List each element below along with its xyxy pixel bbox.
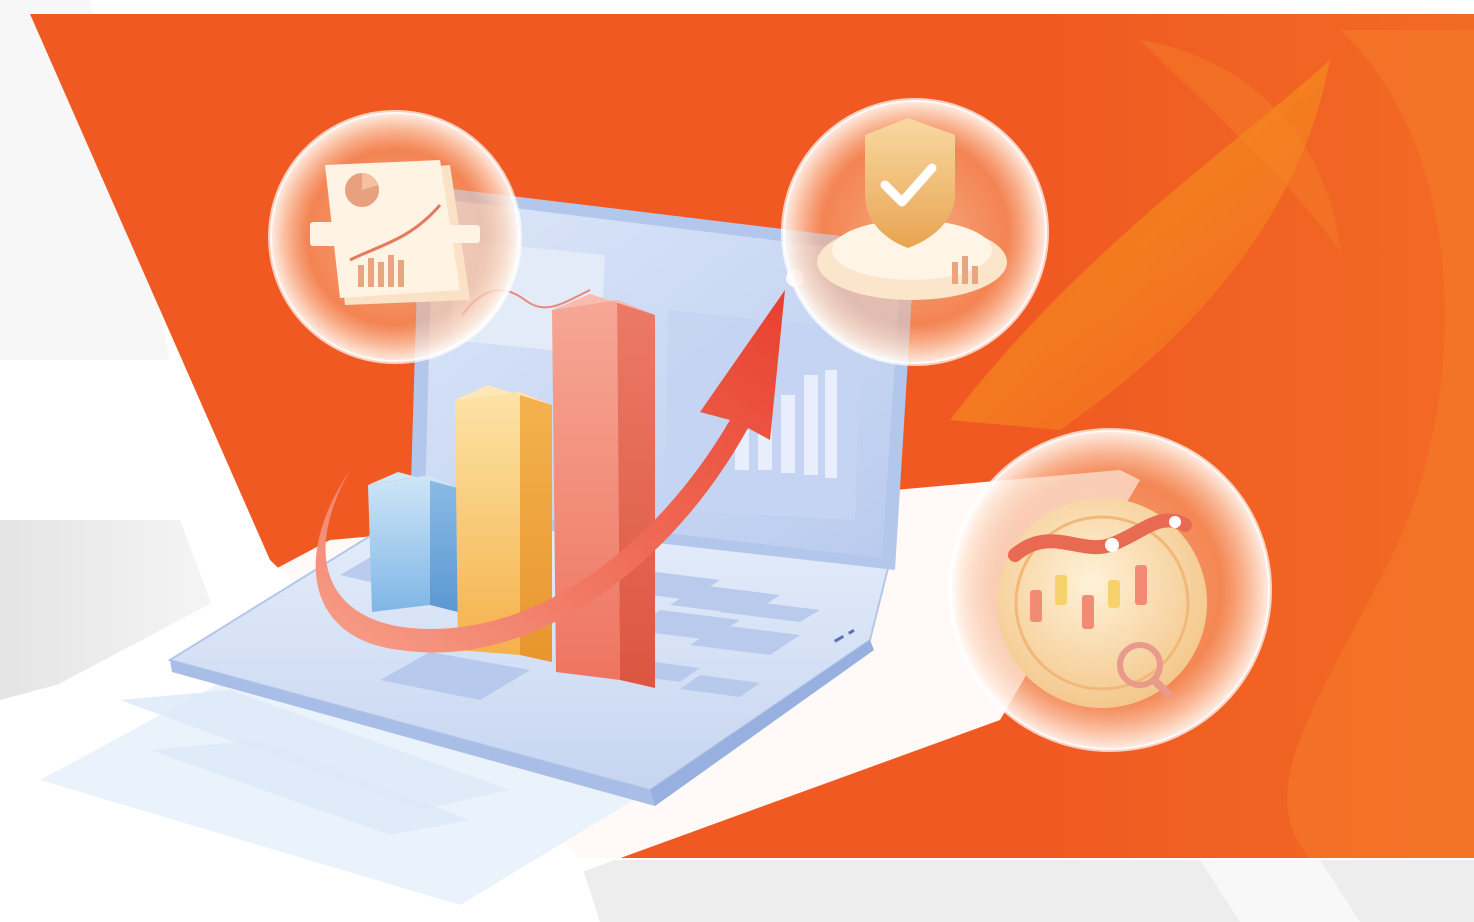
bar-blue (368, 472, 458, 612)
bar-red (552, 294, 655, 688)
report-document-icon (268, 110, 522, 364)
illustration-canvas (0, 0, 1474, 922)
candlestick-analysis-search-icon (948, 428, 1272, 752)
hero-illustration (0, 0, 1474, 922)
security-shield-check-icon (781, 98, 1049, 366)
